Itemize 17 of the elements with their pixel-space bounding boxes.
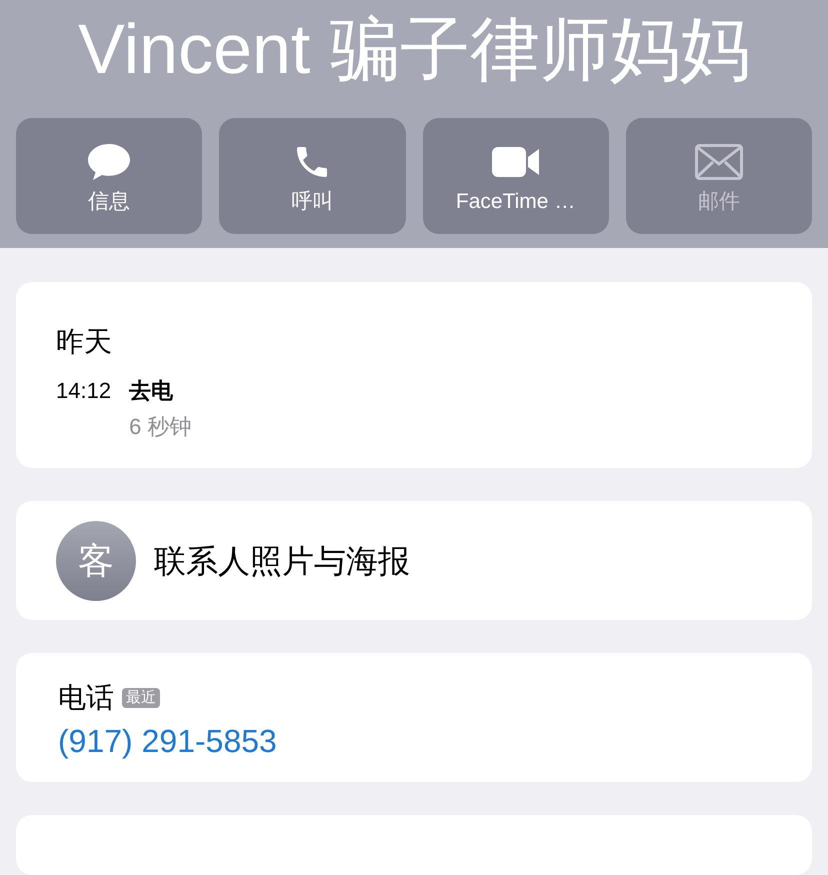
call-type: 去电 — [129, 380, 174, 402]
phone-number-link[interactable]: (917) 291-5853 — [58, 725, 770, 757]
video-camera-icon — [490, 144, 541, 178]
day-label: 昨天 — [56, 328, 113, 356]
poster-label: 联系人照片与海报 — [154, 542, 410, 580]
call-duration: 6 秒钟 — [129, 416, 192, 438]
video-button[interactable]: FaceTime … — [422, 118, 609, 234]
message-button[interactable]: 信息 — [16, 118, 202, 234]
recent-badge: 最近 — [122, 688, 160, 708]
poster-row[interactable]: 客 联系人照片与海报 — [16, 501, 812, 620]
call-time: 14:12 — [56, 380, 112, 405]
envelope-icon — [694, 144, 743, 180]
contact-name: Vincent 骗子律师妈妈 — [78, 14, 750, 84]
call-button[interactable]: 呼叫 — [219, 118, 406, 234]
phone-label: 电话 — [58, 681, 114, 715]
speech-bubble-icon — [86, 142, 132, 182]
avatar: 客 — [56, 520, 136, 600]
